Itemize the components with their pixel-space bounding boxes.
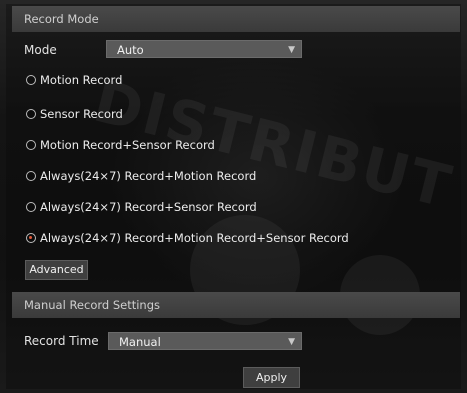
chevron-down-icon: ▼	[288, 337, 295, 347]
radio-label: Sensor Record	[40, 107, 123, 121]
radio-button[interactable]	[26, 140, 36, 150]
record-settings-screen: DISTRIBUT Record Mode Mode Auto ▼ Motion…	[0, 0, 467, 393]
radio-label: Always(24×7) Record+Motion Record+Sensor…	[40, 231, 349, 245]
mode-label: Mode	[24, 43, 57, 57]
record-mode-header: Record Mode	[12, 6, 460, 32]
radio-option-always-sensor-record[interactable]: Always(24×7) Record+Sensor Record	[26, 198, 257, 216]
radio-button[interactable]	[26, 202, 36, 212]
mode-select[interactable]: Auto ▼	[106, 40, 302, 58]
radio-label: Motion Record+Sensor Record	[40, 138, 215, 152]
radio-label: Motion Record	[40, 73, 123, 87]
radio-option-always-motion-sensor-record[interactable]: Always(24×7) Record+Motion Record+Sensor…	[26, 229, 349, 247]
record-time-label: Record Time	[24, 334, 99, 348]
radio-button[interactable]	[26, 75, 36, 85]
advanced-button[interactable]: Advanced	[25, 260, 88, 280]
radio-label: Always(24×7) Record+Sensor Record	[40, 200, 257, 214]
record-time-select-value: Manual	[119, 335, 161, 349]
radio-option-always-motion-record[interactable]: Always(24×7) Record+Motion Record	[26, 167, 256, 185]
mode-select-value: Auto	[117, 43, 144, 57]
apply-button[interactable]: Apply	[243, 367, 300, 388]
radio-button-selected[interactable]	[26, 233, 36, 243]
radio-option-sensor-record[interactable]: Sensor Record	[26, 105, 123, 123]
radio-label: Always(24×7) Record+Motion Record	[40, 169, 257, 183]
radio-option-motion-sensor-record[interactable]: Motion Record+Sensor Record	[26, 136, 215, 154]
radio-button[interactable]	[26, 109, 36, 119]
record-time-select[interactable]: Manual ▼	[108, 332, 302, 350]
radio-option-motion-record[interactable]: Motion Record	[26, 71, 122, 89]
manual-record-settings-header: Manual Record Settings	[12, 292, 460, 318]
chevron-down-icon: ▼	[288, 45, 295, 55]
radio-button[interactable]	[26, 171, 36, 181]
